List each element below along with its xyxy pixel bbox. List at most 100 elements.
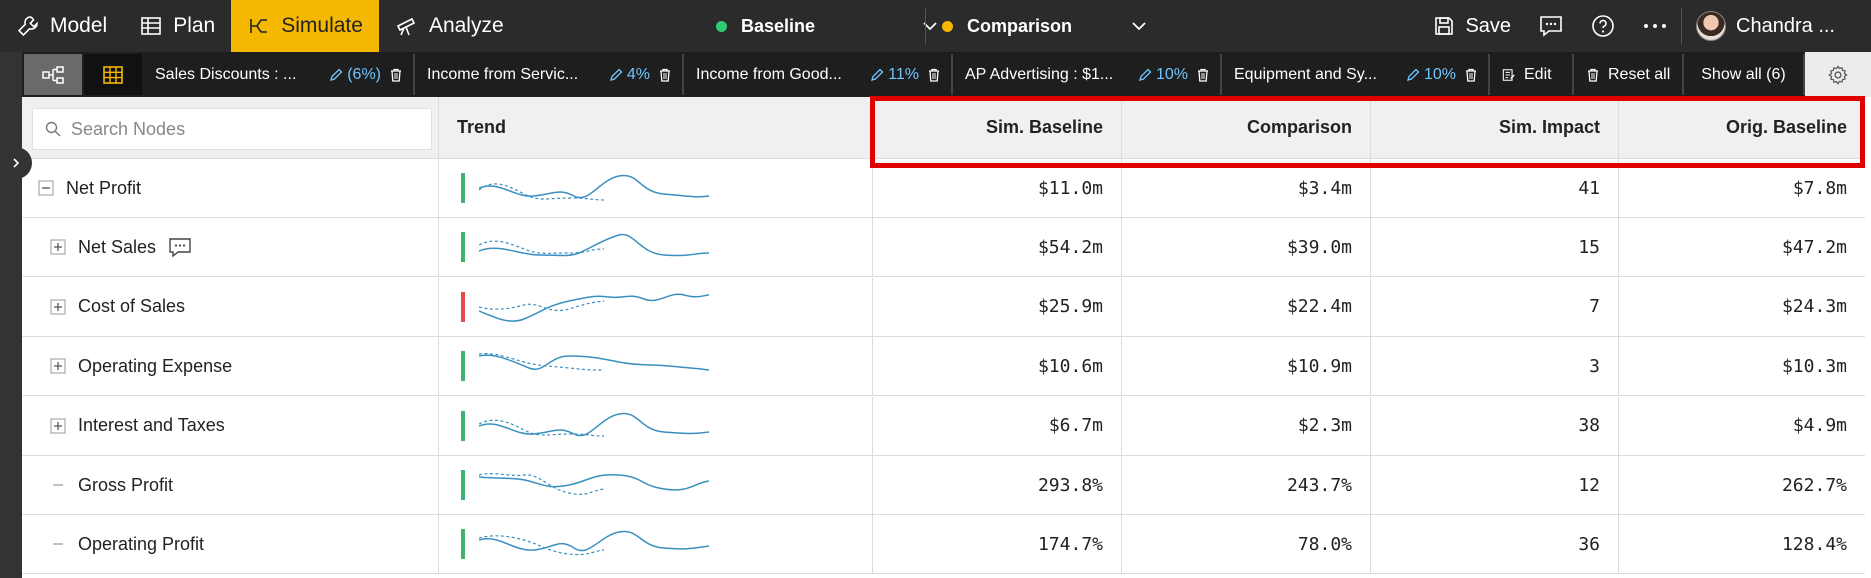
node-name-cell[interactable]: Operating Profit — [50, 515, 438, 573]
filter-chip-value-button[interactable]: (6%) — [329, 66, 381, 84]
avatar — [1696, 11, 1727, 41]
node-name-cell[interactable]: Gross Profit — [50, 456, 438, 514]
table-row[interactable]: Net Profit $11.0m $3.4m 41 $7.8m — [22, 159, 1865, 218]
comment-icon[interactable] — [168, 237, 192, 258]
expand-icon[interactable] — [50, 358, 66, 374]
filter-chip-value-button[interactable]: 4% — [609, 66, 650, 84]
node-name-cell[interactable]: Interest and Taxes — [50, 397, 438, 455]
trend-cell — [438, 277, 872, 336]
chevron-down-icon — [1132, 22, 1146, 31]
user-name: Chandra ... — [1736, 14, 1835, 37]
trash-icon[interactable] — [658, 68, 672, 82]
tree-view-button[interactable] — [24, 54, 82, 95]
sparkline — [479, 353, 710, 371]
edit-button[interactable]: Edit — [1490, 54, 1574, 95]
wrench-icon — [17, 16, 38, 37]
orig-baseline-cell: $47.2m — [1618, 218, 1865, 277]
comparison-scenario-select[interactable]: Comparison — [942, 0, 1148, 52]
trend-cell — [438, 456, 872, 514]
trash-icon[interactable] — [1464, 68, 1478, 82]
chevron-right-icon — [13, 158, 20, 168]
sim-baseline-column-header[interactable]: Sim. Baseline — [872, 97, 1121, 159]
table-row[interactable]: Operating Profit 174.7% 78.0% 36 128.4% — [22, 515, 1865, 575]
sim-impact-column-header[interactable]: Sim. Impact — [1370, 97, 1618, 159]
table-row[interactable]: Gross Profit 293.8% 243.7% 12 262.7% — [22, 456, 1865, 515]
expand-sidebar-button[interactable] — [0, 147, 32, 179]
sparkline — [479, 531, 710, 556]
filter-chip-value: 11% — [888, 65, 919, 83]
nav-plan[interactable]: Plan — [123, 0, 231, 52]
trend-column-header[interactable]: Trend — [438, 97, 872, 159]
more-icon — [1644, 24, 1667, 28]
show-all-button[interactable]: Show all (6) — [1684, 54, 1805, 95]
filter-chip-value-button[interactable]: 10% — [1406, 66, 1456, 84]
baseline-scenario-select[interactable]: Baseline — [716, 0, 939, 52]
top-bar: Model Plan Simulate Analyze Baseline Com… — [0, 0, 1871, 52]
orig-baseline-column-header[interactable]: Orig. Baseline — [1618, 97, 1865, 159]
comments-button[interactable] — [1525, 0, 1577, 52]
expand-icon[interactable] — [50, 418, 66, 434]
expand-icon[interactable] — [50, 239, 66, 255]
sparkline — [479, 412, 710, 437]
filter-chip[interactable]: Income from Servic... 4% — [415, 54, 684, 95]
chevron-down-icon — [923, 22, 937, 31]
comparison-cell: $10.9m — [1121, 337, 1370, 396]
save-icon — [1435, 17, 1454, 35]
nav-analyze[interactable]: Analyze — [379, 0, 520, 52]
status-bar — [461, 232, 465, 263]
table-row[interactable]: Operating Expense $10.6m $10.9m 3 $10.3m — [22, 337, 1865, 397]
trash-icon[interactable] — [389, 68, 403, 82]
filter-chip-value-button[interactable]: 10% — [1138, 66, 1188, 84]
table-row[interactable]: Cost of Sales $25.9m $22.4m 7 $24.3m — [22, 277, 1865, 337]
save-button[interactable]: Save — [1419, 0, 1525, 52]
expand-icon[interactable] — [50, 299, 66, 315]
nav-model[interactable]: Model — [0, 0, 123, 52]
settings-button[interactable] — [1805, 52, 1871, 97]
nav-simulate[interactable]: Simulate — [231, 0, 379, 52]
edit-label: Edit — [1524, 65, 1552, 83]
filter-chip[interactable]: Sales Discounts : ... (6%) — [143, 54, 415, 95]
sim-impact-cell: 41 — [1370, 159, 1618, 217]
collapse-icon[interactable] — [38, 180, 54, 196]
help-icon — [1592, 15, 1614, 37]
node-name-cell[interactable]: Net Sales — [50, 218, 438, 276]
pencil-icon — [871, 68, 884, 81]
grid-view-button[interactable] — [84, 54, 142, 95]
node-name-cell[interactable]: Operating Expense — [50, 337, 438, 395]
sparkline — [479, 174, 710, 201]
trash-icon[interactable] — [1196, 68, 1210, 82]
node-name-cell[interactable]: Cost of Sales — [50, 278, 438, 336]
comparison-cell: 78.0% — [1121, 515, 1370, 574]
trash-icon[interactable] — [927, 68, 941, 82]
filter-chip[interactable]: AP Advertising : $1... 10% — [953, 54, 1222, 95]
table-icon — [141, 17, 162, 35]
comparison-column-header[interactable]: Comparison — [1121, 97, 1370, 159]
user-menu[interactable]: Chandra ... — [1682, 0, 1871, 52]
table-row[interactable]: Interest and Taxes $6.7m $2.3m 38 $4.9m — [22, 396, 1865, 456]
sim-impact-cell: 38 — [1370, 396, 1618, 455]
comparison-label: Comparison — [967, 15, 1073, 36]
status-bar — [461, 470, 465, 500]
sparkline — [479, 293, 710, 322]
pencil-icon — [1139, 68, 1152, 81]
table-row[interactable]: Net Sales $54.2m $39.0m 15 $47.2m — [22, 218, 1865, 278]
status-bar — [461, 291, 465, 322]
node-name: Cost of Sales — [78, 296, 186, 317]
help-button[interactable] — [1577, 0, 1629, 52]
reset-all-button[interactable]: Reset all — [1574, 54, 1684, 95]
more-options-button[interactable] — [1629, 0, 1681, 52]
sim-impact-value: 12 — [1578, 474, 1600, 496]
pencil-icon — [1407, 68, 1420, 81]
nav-simulate-label: Simulate — [281, 14, 363, 37]
search-input[interactable] — [71, 118, 411, 140]
node-name-cell[interactable]: Net Profit — [38, 159, 438, 217]
status-bar — [461, 351, 465, 382]
telescope-icon — [396, 17, 416, 36]
search-box[interactable] — [32, 108, 432, 150]
sim-impact-value: 15 — [1578, 236, 1600, 258]
filter-chip-value-button[interactable]: 11% — [870, 66, 919, 84]
sim-baseline-value: $6.7m — [1048, 415, 1103, 437]
filter-chip[interactable]: Income from Good... 11% — [684, 54, 953, 95]
trend-cell — [438, 337, 872, 396]
filter-chip[interactable]: Equipment and Sy... 10% — [1222, 54, 1490, 95]
